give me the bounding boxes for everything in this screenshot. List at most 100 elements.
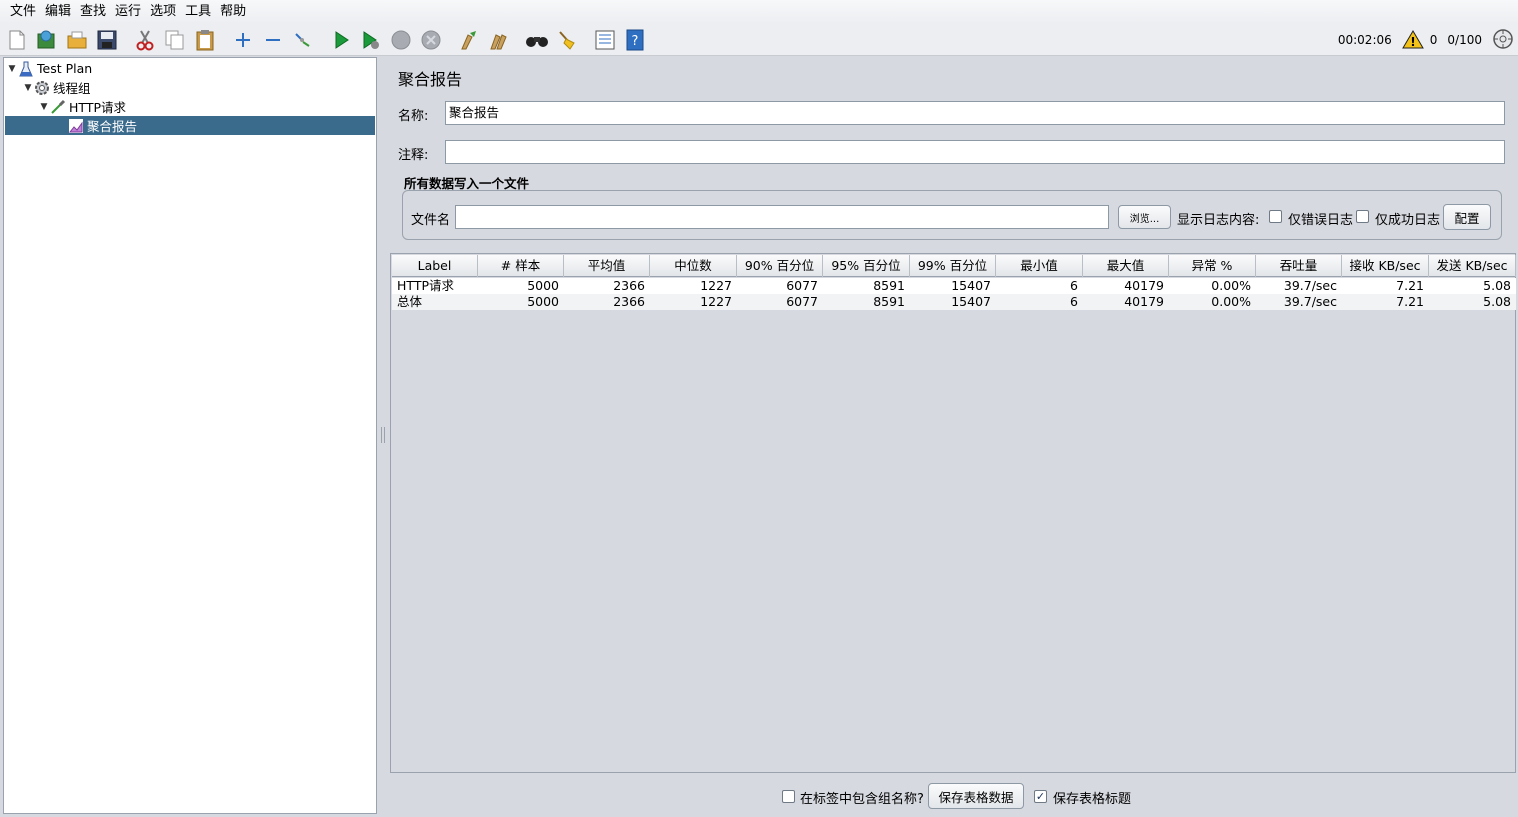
name-input[interactable]: 聚合报告	[445, 101, 1505, 125]
stop-icon[interactable]	[388, 27, 414, 53]
errors-only-checkbox[interactable]	[1269, 210, 1282, 223]
start-no-pause-icon[interactable]	[358, 27, 384, 53]
elapsed-time: 00:02:06	[1337, 33, 1392, 47]
include-group-name-checkbox[interactable]	[782, 790, 795, 803]
copy-icon[interactable]	[162, 27, 188, 53]
thread-group-gear-icon	[34, 80, 50, 96]
column-header[interactable]: 最大值	[1083, 255, 1169, 277]
table-cell: 2366	[613, 294, 645, 309]
save-icon[interactable]	[94, 27, 120, 53]
pane-splitter[interactable]	[380, 57, 386, 817]
cut-icon[interactable]	[132, 27, 158, 53]
table-cell: 7.21	[1396, 294, 1424, 309]
status-area: 00:02:06 ! 0 0/100	[1332, 24, 1514, 56]
table-cell: 40179	[1124, 278, 1164, 293]
menu-file[interactable]: 文件	[6, 0, 40, 24]
table-cell: 6	[1070, 278, 1078, 293]
configure-button[interactable]: 配置	[1443, 204, 1491, 230]
include-group-name-label: 在标签中包含组名称?	[800, 792, 924, 807]
table-cell: 39.7/sec	[1283, 278, 1337, 293]
column-header[interactable]: 平均值	[564, 255, 650, 277]
log-display-label: 显示日志内容:	[1177, 213, 1260, 228]
column-header[interactable]: 最小值	[996, 255, 1083, 277]
new-icon[interactable]	[4, 27, 30, 53]
tree-node-label: 线程组	[53, 81, 91, 96]
reset-search-broom-icon[interactable]	[554, 27, 580, 53]
help-icon[interactable]: ?	[622, 27, 648, 53]
table-cell: 5.08	[1483, 294, 1511, 309]
expand-arrow-icon[interactable]: ▼	[6, 64, 18, 74]
expand-arrow-icon[interactable]: ▼	[38, 102, 50, 112]
table-cell: 15407	[951, 294, 991, 309]
column-header[interactable]: 90% 百分位	[737, 255, 823, 277]
menu-options[interactable]: 选项	[146, 0, 180, 24]
test-plan-icon	[18, 61, 34, 77]
function-helper-list-icon[interactable]	[592, 27, 618, 53]
shutdown-icon[interactable]	[418, 27, 444, 53]
menu-tools[interactable]: 工具	[181, 0, 215, 24]
tree-node-label: Test Plan	[37, 61, 93, 76]
table-cell: 0.00%	[1211, 294, 1251, 309]
browse-button[interactable]: 浏览...	[1118, 205, 1171, 229]
column-header[interactable]: # 样本	[478, 255, 564, 277]
column-header[interactable]: 中位数	[650, 255, 737, 277]
tree-node-label: HTTP请求	[69, 100, 126, 115]
menu-search[interactable]: 查找	[76, 0, 110, 24]
table-row[interactable]: 总体 5000 2366 1227 6077 8591 15407 6 4017…	[392, 294, 1516, 310]
page-title: 聚合报告	[398, 70, 463, 89]
filename-label: 文件名	[411, 213, 451, 228]
table-cell: 2366	[613, 278, 645, 293]
toggle-icon[interactable]	[290, 27, 316, 53]
column-header[interactable]: Label	[392, 255, 478, 277]
menu-bar: 文件 编辑 查找 运行 选项 工具 帮助	[0, 0, 1518, 24]
table-cell: 0.00%	[1211, 278, 1251, 293]
table-cell: 8591	[873, 294, 905, 309]
comment-input[interactable]	[445, 140, 1505, 164]
table-cell: 1227	[700, 278, 732, 293]
aggregate-table: Label # 样本 平均值 中位数 90% 百分位 95% 百分位 99% 百…	[390, 253, 1516, 773]
svg-text:?: ?	[632, 34, 639, 49]
collapse-minus-icon[interactable]	[260, 27, 286, 53]
paste-icon[interactable]	[192, 27, 218, 53]
table-cell: 40179	[1124, 294, 1164, 309]
templates-icon[interactable]	[34, 27, 60, 53]
clear-icon[interactable]	[456, 27, 482, 53]
save-table-data-button[interactable]: 保存表格数据	[928, 783, 1024, 809]
tree-node-test-plan[interactable]: ▼ Test Plan	[6, 59, 92, 78]
table-cell: 6077	[786, 294, 818, 309]
tree-node-aggregate-report[interactable]: 聚合报告	[5, 116, 375, 135]
save-table-header-label: 保存表格标题	[1053, 792, 1132, 807]
svg-text:!: !	[1410, 35, 1415, 49]
tree-node-thread-group[interactable]: ▼ 线程组	[22, 78, 91, 97]
column-header[interactable]: 异常 %	[1169, 255, 1256, 277]
column-header[interactable]: 吞吐量	[1256, 255, 1342, 277]
expand-arrow-icon[interactable]: ▼	[22, 83, 34, 93]
tree-node-label: 聚合报告	[87, 119, 138, 134]
search-binoculars-icon[interactable]	[524, 27, 550, 53]
table-cell: 5000	[527, 278, 559, 293]
column-header[interactable]: 发送 KB/sec	[1429, 255, 1516, 277]
table-row[interactable]: HTTP请求 5000 2366 1227 6077 8591 15407 6 …	[392, 278, 1516, 294]
table-cell: 8591	[873, 278, 905, 293]
expand-plus-icon[interactable]	[230, 27, 256, 53]
start-icon[interactable]	[328, 27, 354, 53]
table-header: Label # 样本 平均值 中位数 90% 百分位 95% 百分位 99% 百…	[392, 255, 1516, 277]
menu-help[interactable]: 帮助	[216, 0, 250, 24]
open-folder-icon[interactable]	[64, 27, 90, 53]
http-sampler-pipette-icon	[50, 99, 66, 115]
warning-icon[interactable]: !	[1401, 29, 1424, 52]
menu-run[interactable]: 运行	[111, 0, 145, 24]
clear-all-icon[interactable]	[486, 27, 512, 53]
success-only-checkbox[interactable]	[1356, 210, 1369, 223]
save-table-header-checkbox[interactable]: ✓	[1034, 790, 1047, 803]
warning-count: 0	[1429, 33, 1438, 47]
menu-edit[interactable]: 编辑	[41, 0, 75, 24]
column-header[interactable]: 接收 KB/sec	[1342, 255, 1429, 277]
report-chart-icon	[68, 118, 84, 134]
remote-status-icon	[1492, 28, 1514, 53]
filename-input[interactable]	[455, 205, 1109, 229]
tree-node-http-request[interactable]: ▼ HTTP请求	[38, 97, 126, 116]
column-header[interactable]: 99% 百分位	[910, 255, 996, 277]
active-threads: 0/100	[1447, 33, 1482, 47]
column-header[interactable]: 95% 百分位	[823, 255, 910, 277]
